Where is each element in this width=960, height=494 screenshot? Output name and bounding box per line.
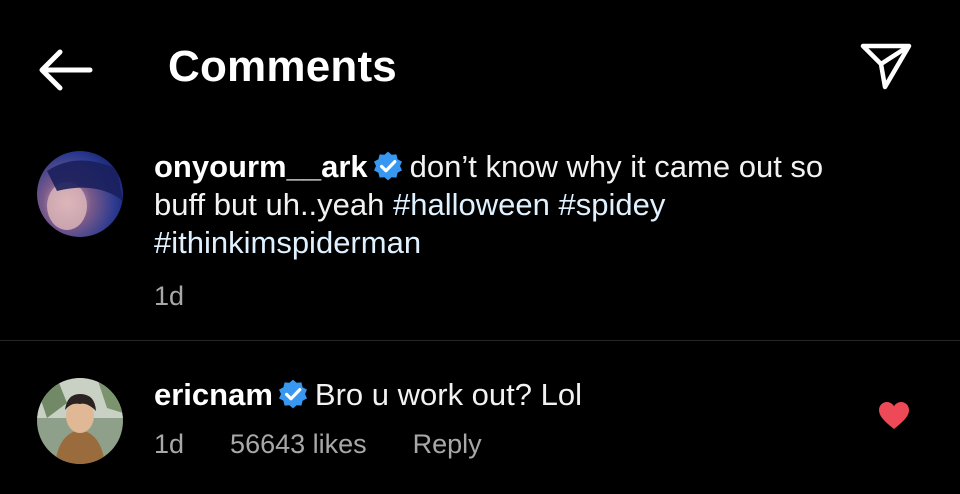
comment-meta: 1d 56643 likes Reply: [154, 429, 528, 460]
likes-count[interactable]: 56643 likes: [230, 429, 367, 459]
comment-username[interactable]: ericnam: [154, 377, 273, 412]
page-title: Comments: [168, 42, 397, 91]
avatar[interactable]: [37, 378, 123, 464]
caption-username[interactable]: onyourm__ark: [154, 149, 368, 184]
comment-text: ericnam Bro u work out? Lol: [154, 376, 834, 414]
verified-badge-icon: [278, 379, 307, 409]
like-button[interactable]: [878, 401, 910, 431]
caption-text: onyourm__ark don’t know why it came out …: [154, 148, 874, 262]
header-bar: Comments: [0, 0, 960, 130]
hashtag-link[interactable]: #ithinkimspiderman: [154, 225, 421, 260]
reply-button[interactable]: Reply: [413, 429, 482, 459]
paper-plane-icon: [860, 43, 912, 90]
hashtag-link[interactable]: #halloween: [393, 187, 550, 222]
caption-timestamp: 1d: [154, 281, 185, 311]
divider: [0, 340, 960, 341]
share-button[interactable]: [858, 40, 914, 92]
back-button[interactable]: [34, 46, 96, 94]
comment-body: Bro u work out? Lol: [314, 377, 582, 412]
profile-photo: [37, 378, 123, 464]
avatar[interactable]: [37, 151, 123, 237]
heart-icon: [879, 402, 909, 429]
hashtag-link[interactable]: #spidey: [559, 187, 666, 222]
arrow-left-icon: [39, 49, 93, 91]
comment-timestamp: 1d: [154, 429, 185, 459]
verified-badge-icon: [373, 151, 402, 181]
profile-photo: [37, 151, 123, 237]
